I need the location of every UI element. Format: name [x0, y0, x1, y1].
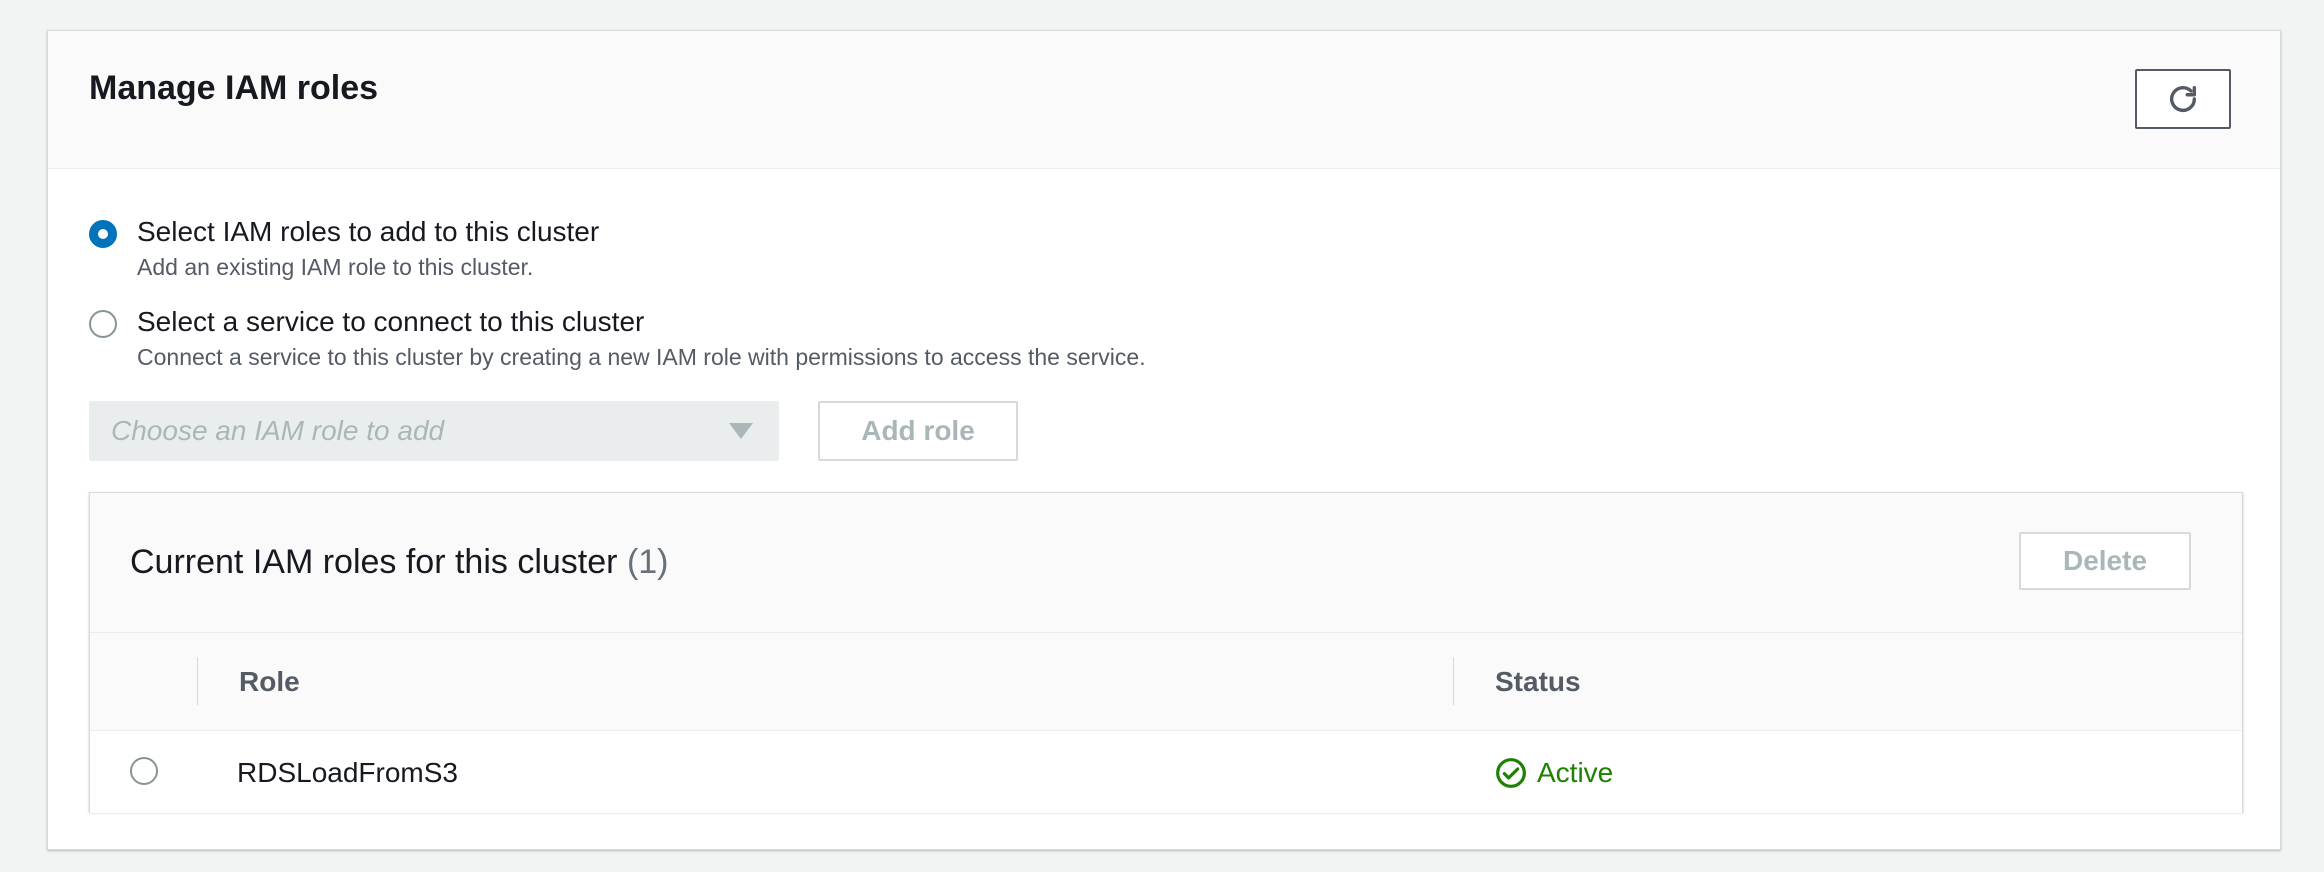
column-header-role[interactable]: Role [239, 666, 300, 698]
status-badge: Active [1495, 757, 1613, 789]
column-divider [197, 657, 198, 705]
table-title: Current IAM roles for this cluster (1) [130, 543, 669, 582]
refresh-button[interactable] [2135, 69, 2231, 129]
column-header-row: Role Status [90, 633, 2242, 731]
option-connect-service-radio[interactable] [89, 310, 117, 338]
role-name: RDSLoadFromS3 [237, 757, 458, 788]
option-description: Connect a service to this cluster by cre… [137, 344, 1146, 370]
option-label: Select IAM roles to add to this cluster [137, 216, 600, 247]
panel-header: Manage IAM roles [48, 31, 2280, 169]
option-add-existing-role-radio[interactable] [89, 220, 117, 248]
check-circle-icon [1496, 758, 1526, 788]
column-header-status[interactable]: Status [1495, 666, 1581, 698]
current-iam-roles-table: Current IAM roles for this cluster (1) D… [89, 492, 2243, 813]
status-text: Active [1537, 757, 1614, 788]
panel-title: Manage IAM roles [89, 69, 379, 107]
delete-button[interactable]: Delete [2019, 532, 2191, 590]
iam-role-select-placeholder: Choose an IAM role to add [111, 415, 445, 446]
column-divider [1453, 657, 1454, 705]
iam-role-select[interactable]: Choose an IAM role to add [89, 401, 779, 461]
caret-down-icon [729, 423, 753, 439]
option-description: Add an existing IAM role to this cluster… [137, 254, 534, 280]
table-title-text: Current IAM roles for this cluster [130, 543, 618, 581]
row-select-radio[interactable] [130, 757, 158, 785]
table-header: Current IAM roles for this cluster (1) D… [90, 493, 2242, 633]
manage-iam-roles-panel: Manage IAM roles Select IAM roles to add… [47, 30, 2281, 850]
table-count: (1) [626, 543, 669, 581]
option-label: Select a service to connect to this clus… [137, 306, 645, 337]
table-row[interactable]: RDSLoadFromS3 Active [90, 731, 2242, 813]
add-role-button[interactable]: Add role [818, 401, 1018, 461]
refresh-icon [2169, 85, 2197, 112]
